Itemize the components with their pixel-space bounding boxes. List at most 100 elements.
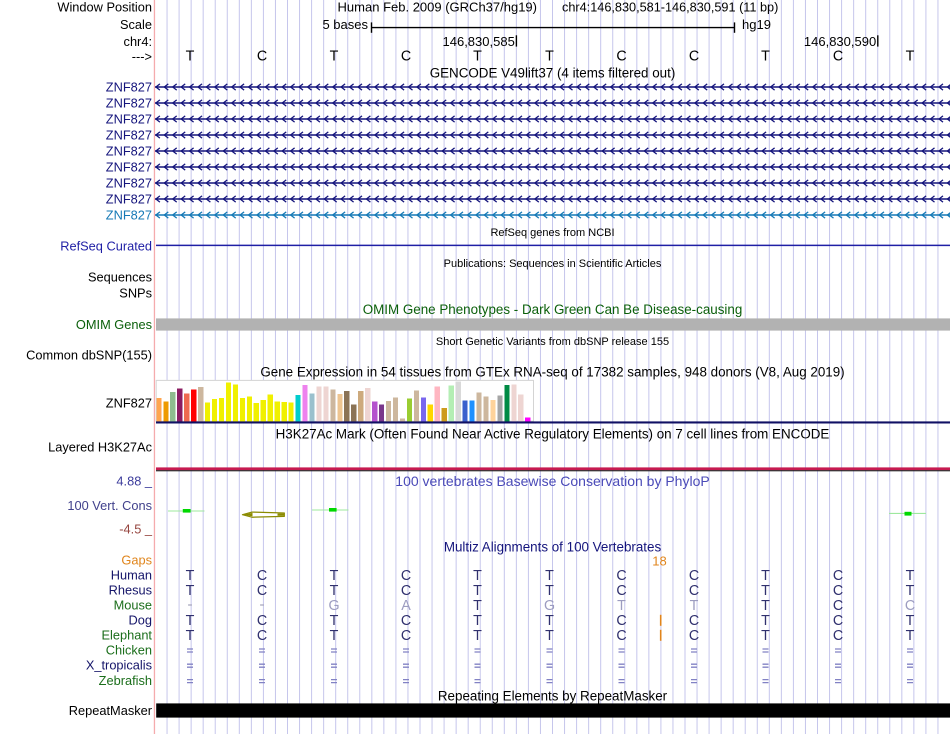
- svg-text:T: T: [186, 628, 195, 644]
- svg-text:T: T: [473, 628, 482, 644]
- svg-text:T: T: [473, 583, 482, 599]
- svg-text:T: T: [330, 613, 339, 629]
- svg-text:ZNF827: ZNF827: [106, 159, 152, 174]
- svg-text:H3K27Ac Mark (Often Found Near: H3K27Ac Mark (Often Found Near Active Re…: [276, 427, 830, 442]
- svg-text:T: T: [545, 628, 554, 644]
- svg-text:C: C: [257, 49, 267, 65]
- svg-text:X_tropicalis: X_tropicalis: [86, 658, 152, 673]
- svg-text:T: T: [473, 613, 482, 629]
- svg-text:Chicken: Chicken: [106, 643, 152, 658]
- svg-text:Dog: Dog: [129, 612, 152, 627]
- svg-text:hg19: hg19: [742, 17, 771, 32]
- svg-text:Zebrafish: Zebrafish: [99, 673, 152, 688]
- svg-text:T: T: [906, 628, 915, 644]
- svg-text:C: C: [689, 613, 699, 629]
- svg-text:100 vertebrates Basewise Conse: 100 vertebrates Basewise Conservation by…: [395, 473, 709, 489]
- svg-text:C: C: [689, 49, 699, 65]
- svg-text:RefSeq Curated: RefSeq Curated: [60, 238, 152, 253]
- svg-text:C: C: [905, 598, 915, 614]
- svg-text:Rhesus: Rhesus: [109, 582, 152, 597]
- svg-text:C: C: [257, 628, 267, 644]
- svg-text:Short Genetic Variants from db: Short Genetic Variants from dbSNP releas…: [436, 336, 669, 348]
- svg-text:T: T: [906, 613, 915, 629]
- svg-text:T: T: [330, 628, 339, 644]
- svg-text:T: T: [906, 49, 915, 65]
- svg-text:Gene Expression in 54 tissues: Gene Expression in 54 tissues from GTEx …: [260, 365, 844, 380]
- svg-text:C: C: [833, 598, 843, 614]
- svg-text:C: C: [833, 49, 843, 65]
- svg-text:T: T: [545, 583, 554, 599]
- svg-text:T: T: [330, 49, 339, 65]
- svg-text:T: T: [330, 583, 339, 599]
- svg-text:T: T: [617, 598, 626, 614]
- svg-text:18: 18: [652, 553, 666, 568]
- svg-text:C: C: [401, 49, 411, 65]
- svg-text:C: C: [257, 613, 267, 629]
- svg-text:C: C: [616, 583, 626, 599]
- svg-text:T: T: [186, 583, 195, 599]
- svg-text:Layered H3K27Ac: Layered H3K27Ac: [48, 440, 152, 455]
- svg-text:Human Feb. 2009 (GRCh37/hg19): Human Feb. 2009 (GRCh37/hg19): [338, 0, 537, 15]
- svg-text:C: C: [257, 583, 267, 599]
- svg-text:C: C: [616, 49, 626, 65]
- svg-text:ZNF827: ZNF827: [106, 175, 152, 190]
- svg-text:Mouse: Mouse: [114, 597, 152, 612]
- svg-text:T: T: [761, 598, 770, 614]
- svg-text:C: C: [689, 583, 699, 599]
- svg-text:T: T: [545, 568, 554, 584]
- svg-text:5 bases: 5 bases: [322, 17, 368, 32]
- svg-text:--->: --->: [132, 49, 152, 64]
- svg-text:G: G: [544, 598, 555, 614]
- svg-text:T: T: [186, 568, 195, 584]
- svg-text:T: T: [330, 568, 339, 584]
- svg-text:chr4:146,830,581-146,830,591 (: chr4:146,830,581-146,830,591 (11 bp): [562, 1, 778, 15]
- svg-text:C: C: [833, 613, 843, 629]
- svg-text:C: C: [833, 568, 843, 584]
- svg-text:C: C: [833, 628, 843, 644]
- svg-text:T: T: [761, 613, 770, 629]
- svg-text:chr4:: chr4:: [124, 34, 152, 49]
- svg-text:Publications: Sequences in Sci: Publications: Sequences in Scientific Ar…: [444, 258, 662, 270]
- svg-text:ZNF827: ZNF827: [106, 95, 152, 110]
- svg-text:ZNF827: ZNF827: [106, 191, 152, 206]
- svg-text:146,830,590: 146,830,590: [804, 34, 876, 49]
- svg-text:C: C: [401, 628, 411, 644]
- svg-text:C: C: [616, 568, 626, 584]
- svg-text:Multiz Alignments of 100 Verte: Multiz Alignments of 100 Vertebrates: [444, 540, 662, 555]
- svg-text:T: T: [473, 568, 482, 584]
- svg-text:OMIM Genes: OMIM Genes: [76, 317, 152, 332]
- svg-text:Scale: Scale: [120, 17, 152, 32]
- svg-text:T: T: [761, 568, 770, 584]
- svg-text:146,830,585: 146,830,585: [443, 34, 515, 49]
- svg-text:C: C: [257, 568, 267, 584]
- svg-text:C: C: [401, 613, 411, 629]
- svg-text:SNPs: SNPs: [119, 285, 152, 300]
- svg-text:C: C: [833, 583, 843, 599]
- svg-text:ZNF827: ZNF827: [106, 111, 152, 126]
- svg-text:Human: Human: [111, 567, 152, 582]
- svg-text:-4.5 _: -4.5 _: [119, 522, 153, 537]
- svg-text:T: T: [545, 49, 554, 65]
- svg-text:ZNF827: ZNF827: [106, 143, 152, 158]
- svg-text:ZNF827: ZNF827: [106, 207, 152, 222]
- svg-text:ZNF827: ZNF827: [106, 127, 152, 142]
- svg-text:T: T: [545, 613, 554, 629]
- svg-text:GENCODE V49lift37 (4 items fil: GENCODE V49lift37 (4 items filtered out): [430, 66, 676, 81]
- svg-text:RefSeq genes from NCBI: RefSeq genes from NCBI: [490, 227, 614, 239]
- svg-text:T: T: [690, 598, 699, 614]
- svg-text:C: C: [616, 628, 626, 644]
- svg-text:C: C: [401, 583, 411, 599]
- svg-text:ZNF827: ZNF827: [106, 396, 152, 411]
- svg-text:C: C: [689, 628, 699, 644]
- svg-text:Repeating Elements by RepeatMa: Repeating Elements by RepeatMasker: [438, 689, 668, 704]
- svg-text:4.88 _: 4.88 _: [116, 473, 152, 488]
- svg-text:C: C: [616, 613, 626, 629]
- svg-text:G: G: [328, 598, 339, 614]
- svg-text:T: T: [186, 613, 195, 629]
- svg-text:T: T: [186, 49, 195, 65]
- svg-text:C: C: [689, 568, 699, 584]
- svg-text:T: T: [473, 598, 482, 614]
- svg-text:OMIM Gene Phenotypes - Dark Gr: OMIM Gene Phenotypes - Dark Green Can Be…: [363, 302, 743, 317]
- svg-text:Common dbSNP(155): Common dbSNP(155): [26, 347, 152, 362]
- svg-text:Gaps: Gaps: [121, 552, 152, 567]
